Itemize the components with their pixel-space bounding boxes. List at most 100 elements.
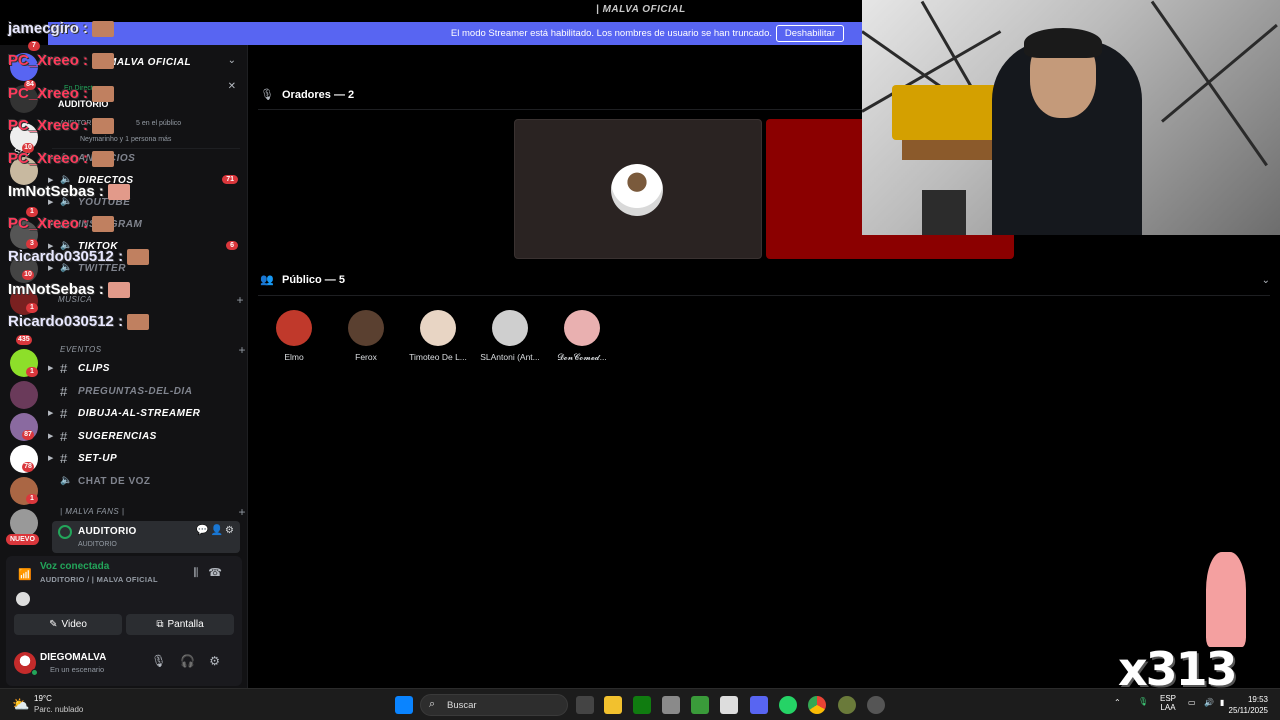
taskbar: ⛅ 19°C Parc. nublado ⌕ Buscar ⌃ 🎙 ESP LAA…: [0, 688, 1280, 720]
app-icon[interactable]: [838, 696, 856, 714]
audience-member[interactable]: SLAntoni (Ant...: [474, 310, 546, 362]
category-malva-fans[interactable]: | MALVA FANS | +: [60, 505, 246, 521]
chat-user: ImNotSebas :: [8, 281, 104, 298]
speakers-title: Oradores — 2: [282, 89, 355, 101]
audience-member[interactable]: Ferox: [330, 310, 402, 362]
audience-name: 𝓓𝓸𝓷𝓒𝓸𝓶𝓮𝓭...: [557, 352, 607, 362]
category-eventos[interactable]: EVENTOS +: [60, 343, 246, 359]
user-status: En un escenario: [50, 665, 105, 674]
close-icon[interactable]: ✕: [228, 81, 236, 92]
discord-icon[interactable]: [750, 696, 768, 714]
server-badge: 1: [26, 494, 38, 504]
lang-primary: ESP: [1160, 694, 1177, 703]
chat-message: Ricardo030512 :: [8, 248, 150, 266]
search-box[interactable]: ⌕ Buscar: [420, 694, 568, 716]
speaker-tile[interactable]: [514, 119, 762, 259]
disable-streamer-mode-button[interactable]: Deshabilitar: [775, 25, 844, 42]
username: DIEGOMALVA: [40, 652, 107, 663]
server-icon[interactable]: [10, 381, 38, 409]
xbox-icon[interactable]: [633, 696, 651, 714]
user-controls[interactable]: 🎙🎧⚙: [151, 654, 234, 668]
weather-desc[interactable]: Parc. nublado: [34, 705, 83, 714]
channel-preguntas[interactable]: # PREGUNTAS-DEL-DIA: [48, 382, 248, 402]
emote-icon: [92, 216, 115, 233]
windows-start-icon[interactable]: [395, 696, 413, 714]
channel-setup[interactable]: ▶ # SET-UP: [48, 449, 248, 469]
whatsapp-icon[interactable]: [779, 696, 797, 714]
store-icon[interactable]: [662, 696, 680, 714]
live-more: Neymarinho y 1 persona más: [80, 136, 172, 143]
streamer-mode-message: El modo Streamer está habilitado. Los no…: [450, 28, 772, 39]
online-status-icon: [31, 669, 38, 676]
speaker-icon: 🔈: [60, 475, 73, 486]
obs-icon[interactable]: [867, 696, 885, 714]
keyboard-language[interactable]: ESP LAA: [1160, 694, 1176, 712]
microphone-icon[interactable]: 🎙: [1138, 697, 1148, 706]
audience-name: Timoteo De L...: [409, 352, 467, 362]
file-explorer-icon[interactable]: [604, 696, 622, 714]
avatar: [16, 592, 30, 606]
user-panel: 📶 Voz conectada AUDITORIO / | MALVA OFIC…: [6, 556, 242, 686]
emote-icon: [107, 184, 130, 201]
minecraft-icon[interactable]: [691, 696, 709, 714]
channel-sugerencias[interactable]: ▶ # SUGERENCIAS: [48, 427, 248, 447]
expand-arrow-icon: ▶: [48, 365, 54, 372]
audience-name: Ferox: [355, 352, 377, 362]
chat-message: jamecgiro :: [8, 20, 115, 38]
add-channel-icon[interactable]: +: [238, 343, 246, 357]
server-badge: 87: [22, 430, 34, 440]
chat-user: jamecgiro :: [8, 20, 89, 37]
add-channel-icon[interactable]: +: [238, 505, 246, 519]
chat-user: PC_Xreeo :: [8, 150, 89, 167]
video-button[interactable]: ✎ Video: [14, 614, 122, 635]
chevron-down-icon[interactable]: ⌄: [228, 55, 236, 66]
add-channel-icon[interactable]: +: [236, 293, 244, 307]
chat-user: PC_Xreeo :: [8, 117, 89, 134]
battery-icon[interactable]: ▮: [1220, 698, 1224, 707]
temperature[interactable]: 19°C: [34, 694, 52, 703]
time: 19:53: [1247, 695, 1268, 704]
chat-message: Ricardo030512 :: [8, 313, 150, 331]
volume-icon[interactable]: 🔊: [1204, 698, 1214, 707]
voice-connected-status[interactable]: Voz conectada: [40, 561, 109, 572]
avatar: [348, 310, 384, 346]
audience-name: SLAntoni (Ant...: [480, 352, 540, 362]
hash-icon: #: [60, 429, 68, 444]
app-icon[interactable]: [720, 696, 738, 714]
emote-icon: [92, 118, 115, 135]
chat-message: ImNotSebas :: [8, 183, 130, 201]
chrome-icon[interactable]: [808, 696, 826, 714]
screen-share-button[interactable]: ⧉ Pantalla: [126, 614, 234, 635]
server-badge: 1: [26, 367, 38, 377]
audience-title: Público — 5: [282, 274, 345, 286]
date: 25/11/2025: [1228, 706, 1268, 715]
channel-dibuja[interactable]: ▶ # DIBUJA-AL-STREAMER: [48, 404, 248, 424]
active-stage-channel[interactable]: AUDITORIO AUDITORIO 💬👤⚙: [52, 521, 240, 553]
channel-clips[interactable]: ▶ # CLIPS: [48, 359, 248, 379]
emote-icon: [92, 53, 115, 70]
new-badge: NUEVO: [6, 534, 39, 545]
active-stage-name: AUDITORIO: [78, 526, 137, 537]
audience-member[interactable]: 𝓓𝓸𝓷𝓒𝓸𝓶𝓮𝓭...: [546, 310, 618, 363]
hash-icon: #: [60, 406, 68, 421]
audience-member[interactable]: Elmo: [258, 310, 330, 362]
weather-icon[interactable]: ⛅: [12, 696, 29, 713]
streamer-hair: [1024, 28, 1102, 58]
hash-icon: #: [60, 384, 68, 399]
mention-badge: 6: [226, 241, 238, 250]
chevron-up-icon[interactable]: ⌃: [1114, 698, 1121, 707]
expand-arrow-icon: ▶: [48, 433, 54, 440]
task-view-icon[interactable]: [576, 696, 594, 714]
chevron-down-icon[interactable]: ⌄: [1262, 275, 1270, 286]
server-icon[interactable]: [10, 509, 38, 537]
clock[interactable]: 19:53 25/11/2025: [1229, 694, 1268, 716]
channel-chat-de-voz[interactable]: 🔈 CHAT DE VOZ: [48, 472, 248, 492]
voice-tools[interactable]: ⫼☎: [193, 566, 232, 580]
audience-member[interactable]: Timoteo De L...: [402, 310, 474, 362]
chat-user: Ricardo030512 :: [8, 313, 124, 330]
stage-tools[interactable]: 💬👤⚙: [196, 525, 236, 536]
server-badge: 78: [22, 462, 34, 472]
chat-user: PC_Xreeo :: [8, 85, 89, 102]
network-icon[interactable]: ▭: [1188, 698, 1196, 707]
chat-message: PC_Xreeo :: [8, 215, 115, 233]
